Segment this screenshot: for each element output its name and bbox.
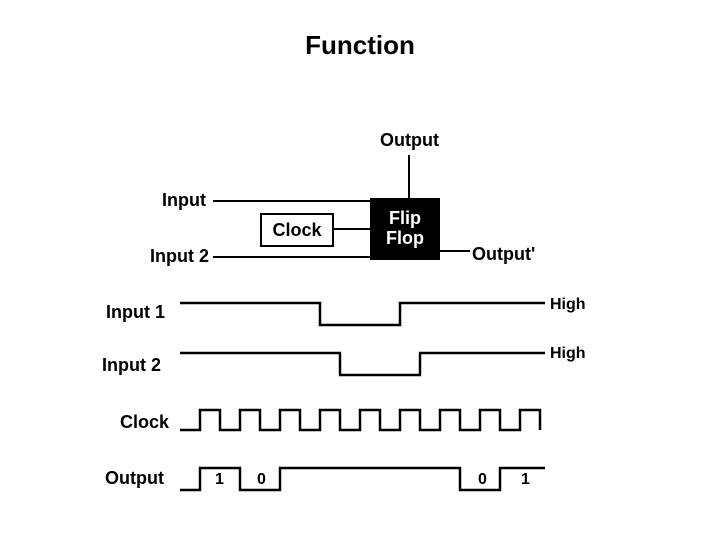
wave-output xyxy=(180,468,545,490)
timing-waveforms xyxy=(0,0,720,540)
wave-input2 xyxy=(180,353,545,375)
wave-input1 xyxy=(180,303,545,325)
wave-clock xyxy=(180,410,540,430)
